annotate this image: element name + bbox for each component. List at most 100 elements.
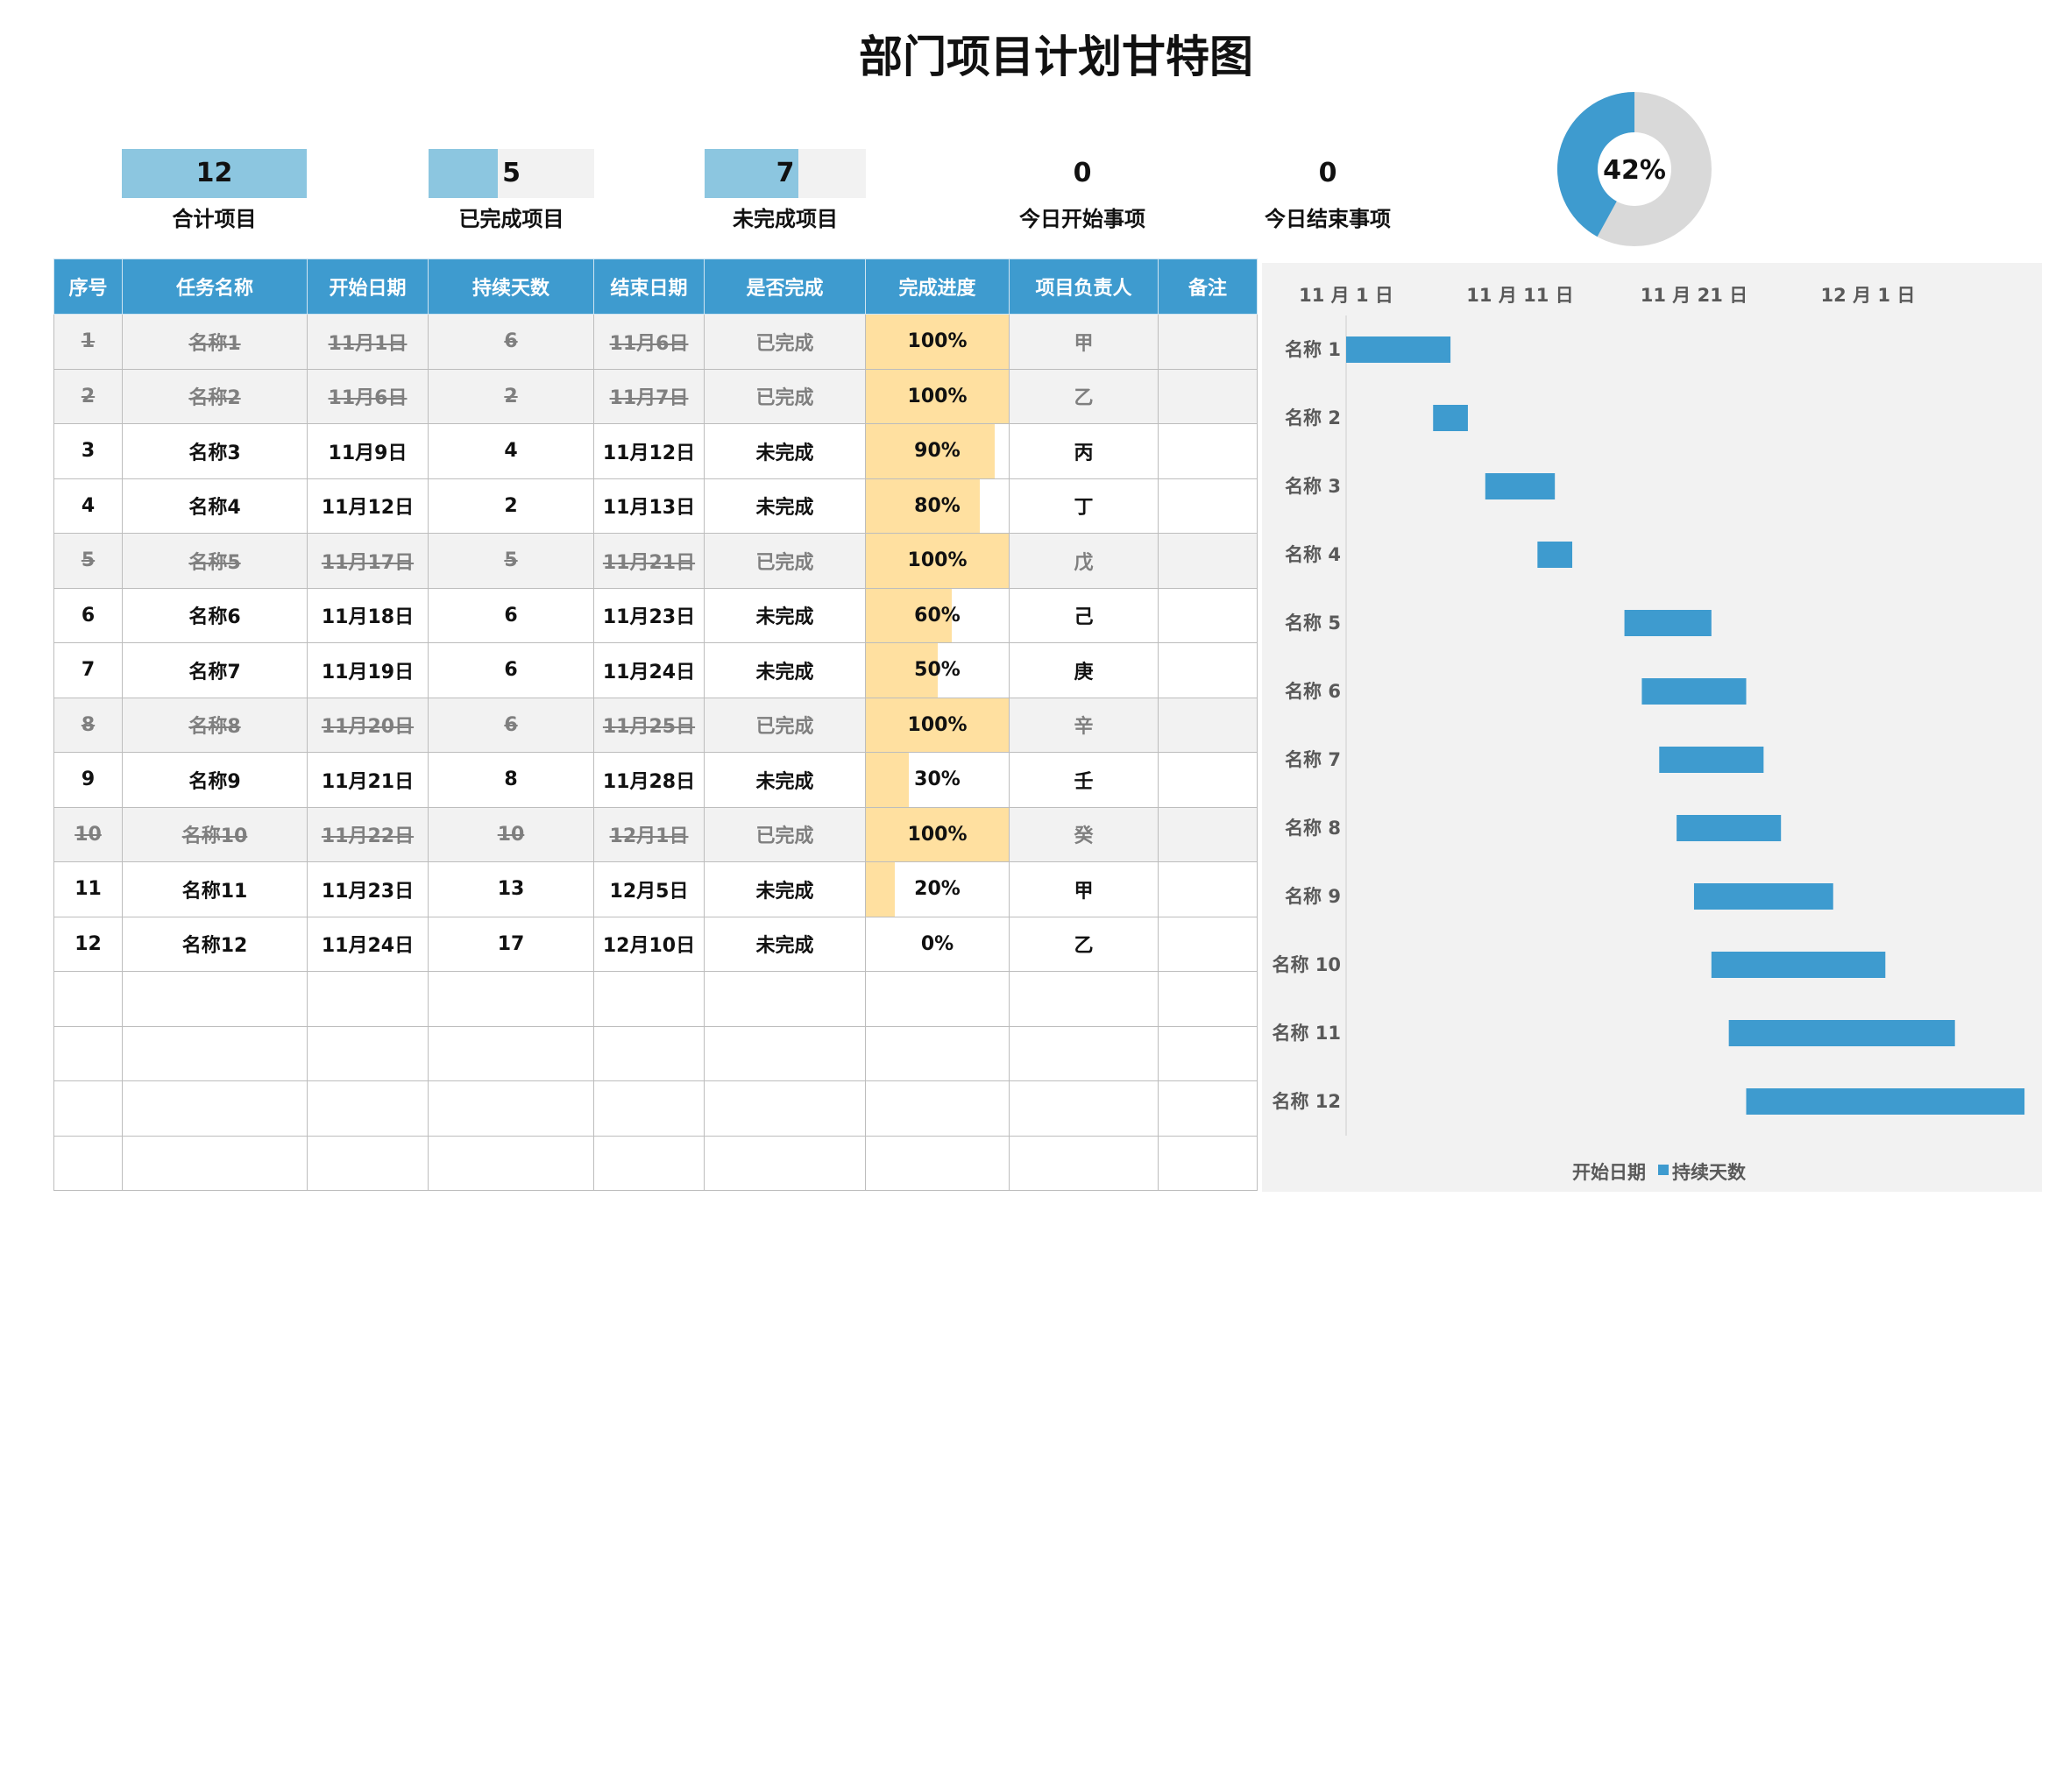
table-row[interactable]: 10 名称10 11月22日 10 12月1日 已完成 100% 癸 [53, 806, 1258, 862]
empty-cell[interactable] [593, 1135, 705, 1191]
task-name-cell[interactable]: 名称6 [122, 587, 308, 643]
owner-cell[interactable]: 庚 [1009, 642, 1159, 698]
note-cell[interactable] [1158, 916, 1258, 972]
empty-cell[interactable] [428, 1025, 594, 1081]
empty-row[interactable] [53, 1080, 1258, 1137]
progress-cell[interactable]: 30% [865, 752, 1010, 808]
progress-cell[interactable]: 0% [865, 916, 1010, 972]
end-date-cell[interactable]: 12月10日 [593, 916, 705, 972]
row-index-cell[interactable]: 4 [53, 478, 123, 534]
task-name-cell[interactable]: 名称1 [122, 314, 308, 370]
empty-cell[interactable] [704, 971, 866, 1027]
empty-cell[interactable] [1158, 1080, 1258, 1137]
empty-cell[interactable] [53, 971, 123, 1027]
task-name-cell[interactable]: 名称7 [122, 642, 308, 698]
gantt-bar[interactable] [1711, 952, 1886, 978]
task-name-cell[interactable]: 名称10 [122, 806, 308, 862]
header-status[interactable]: 是否完成 [704, 259, 866, 315]
gantt-bar[interactable] [1746, 1088, 2025, 1115]
header-end-date[interactable]: 结束日期 [593, 259, 705, 315]
owner-cell[interactable]: 丙 [1009, 423, 1159, 479]
duration-cell[interactable]: 5 [428, 533, 594, 589]
empty-cell[interactable] [428, 1135, 594, 1191]
table-row[interactable]: 6 名称6 11月18日 6 11月23日 未完成 60% 己 [53, 587, 1258, 643]
status-cell[interactable]: 未完成 [704, 916, 866, 972]
note-cell[interactable] [1158, 533, 1258, 589]
table-row[interactable]: 5 名称5 11月17日 5 11月21日 已完成 100% 戊 [53, 533, 1258, 589]
empty-cell[interactable] [865, 1025, 1010, 1081]
header-note[interactable]: 备注 [1158, 259, 1258, 315]
empty-cell[interactable] [1158, 1025, 1258, 1081]
status-cell[interactable]: 已完成 [704, 806, 866, 862]
status-cell[interactable]: 未完成 [704, 642, 866, 698]
owner-cell[interactable]: 乙 [1009, 368, 1159, 424]
end-date-cell[interactable]: 11月25日 [593, 697, 705, 753]
task-name-cell[interactable]: 名称3 [122, 423, 308, 479]
start-date-cell[interactable]: 11月6日 [307, 368, 429, 424]
row-index-cell[interactable]: 8 [53, 697, 123, 753]
owner-cell[interactable]: 壬 [1009, 752, 1159, 808]
task-name-cell[interactable]: 名称9 [122, 752, 308, 808]
progress-cell[interactable]: 100% [865, 697, 1010, 753]
empty-cell[interactable] [1158, 971, 1258, 1027]
status-cell[interactable]: 未完成 [704, 423, 866, 479]
status-cell[interactable]: 未完成 [704, 478, 866, 534]
header-progress[interactable]: 完成进度 [865, 259, 1010, 315]
status-cell[interactable]: 已完成 [704, 533, 866, 589]
empty-cell[interactable] [593, 971, 705, 1027]
task-name-cell[interactable]: 名称4 [122, 478, 308, 534]
empty-cell[interactable] [704, 1080, 866, 1137]
empty-cell[interactable] [704, 1025, 866, 1081]
empty-row[interactable] [53, 1135, 1258, 1191]
empty-cell[interactable] [593, 1025, 705, 1081]
duration-cell[interactable]: 6 [428, 587, 594, 643]
gantt-bar[interactable] [1641, 678, 1747, 705]
owner-cell[interactable]: 戊 [1009, 533, 1159, 589]
gantt-bar[interactable] [1537, 542, 1573, 568]
empty-row[interactable] [53, 971, 1258, 1027]
table-row[interactable]: 3 名称3 11月9日 4 11月12日 未完成 90% 丙 [53, 423, 1258, 479]
end-date-cell[interactable]: 11月13日 [593, 478, 705, 534]
header-duration[interactable]: 持续天数 [428, 259, 594, 315]
empty-cell[interactable] [865, 971, 1010, 1027]
end-date-cell[interactable]: 11月6日 [593, 314, 705, 370]
start-date-cell[interactable]: 11月19日 [307, 642, 429, 698]
start-date-cell[interactable]: 11月12日 [307, 478, 429, 534]
table-row[interactable]: 4 名称4 11月12日 2 11月13日 未完成 80% 丁 [53, 478, 1258, 534]
empty-cell[interactable] [865, 1080, 1010, 1137]
table-row[interactable]: 1 名称1 11月1日 6 11月6日 已完成 100% 甲 [53, 314, 1258, 370]
empty-cell[interactable] [1158, 1135, 1258, 1191]
note-cell[interactable] [1158, 806, 1258, 862]
table-row[interactable]: 7 名称7 11月19日 6 11月24日 未完成 50% 庚 [53, 642, 1258, 698]
gantt-bar[interactable] [1624, 610, 1712, 636]
task-name-cell[interactable]: 名称12 [122, 916, 308, 972]
empty-cell[interactable] [122, 1135, 308, 1191]
status-cell[interactable]: 已完成 [704, 697, 866, 753]
task-name-cell[interactable]: 名称5 [122, 533, 308, 589]
end-date-cell[interactable]: 11月7日 [593, 368, 705, 424]
gantt-bar[interactable] [1659, 747, 1764, 773]
owner-cell[interactable]: 己 [1009, 587, 1159, 643]
row-index-cell[interactable]: 9 [53, 752, 123, 808]
empty-cell[interactable] [53, 1025, 123, 1081]
progress-cell[interactable]: 20% [865, 861, 1010, 917]
task-name-cell[interactable]: 名称11 [122, 861, 308, 917]
owner-cell[interactable]: 乙 [1009, 916, 1159, 972]
progress-cell[interactable]: 60% [865, 587, 1010, 643]
task-name-cell[interactable]: 名称2 [122, 368, 308, 424]
empty-row[interactable] [53, 1025, 1258, 1081]
end-date-cell[interactable]: 12月5日 [593, 861, 705, 917]
note-cell[interactable] [1158, 368, 1258, 424]
status-cell[interactable]: 未完成 [704, 587, 866, 643]
gantt-bar[interactable] [1677, 815, 1782, 841]
gantt-bar[interactable] [1693, 883, 1833, 910]
empty-cell[interactable] [428, 971, 594, 1027]
empty-cell[interactable] [307, 971, 429, 1027]
note-cell[interactable] [1158, 697, 1258, 753]
start-date-cell[interactable]: 11月1日 [307, 314, 429, 370]
empty-cell[interactable] [307, 1080, 429, 1137]
start-date-cell[interactable]: 11月9日 [307, 423, 429, 479]
owner-cell[interactable]: 癸 [1009, 806, 1159, 862]
row-index-cell[interactable]: 6 [53, 587, 123, 643]
owner-cell[interactable]: 甲 [1009, 314, 1159, 370]
